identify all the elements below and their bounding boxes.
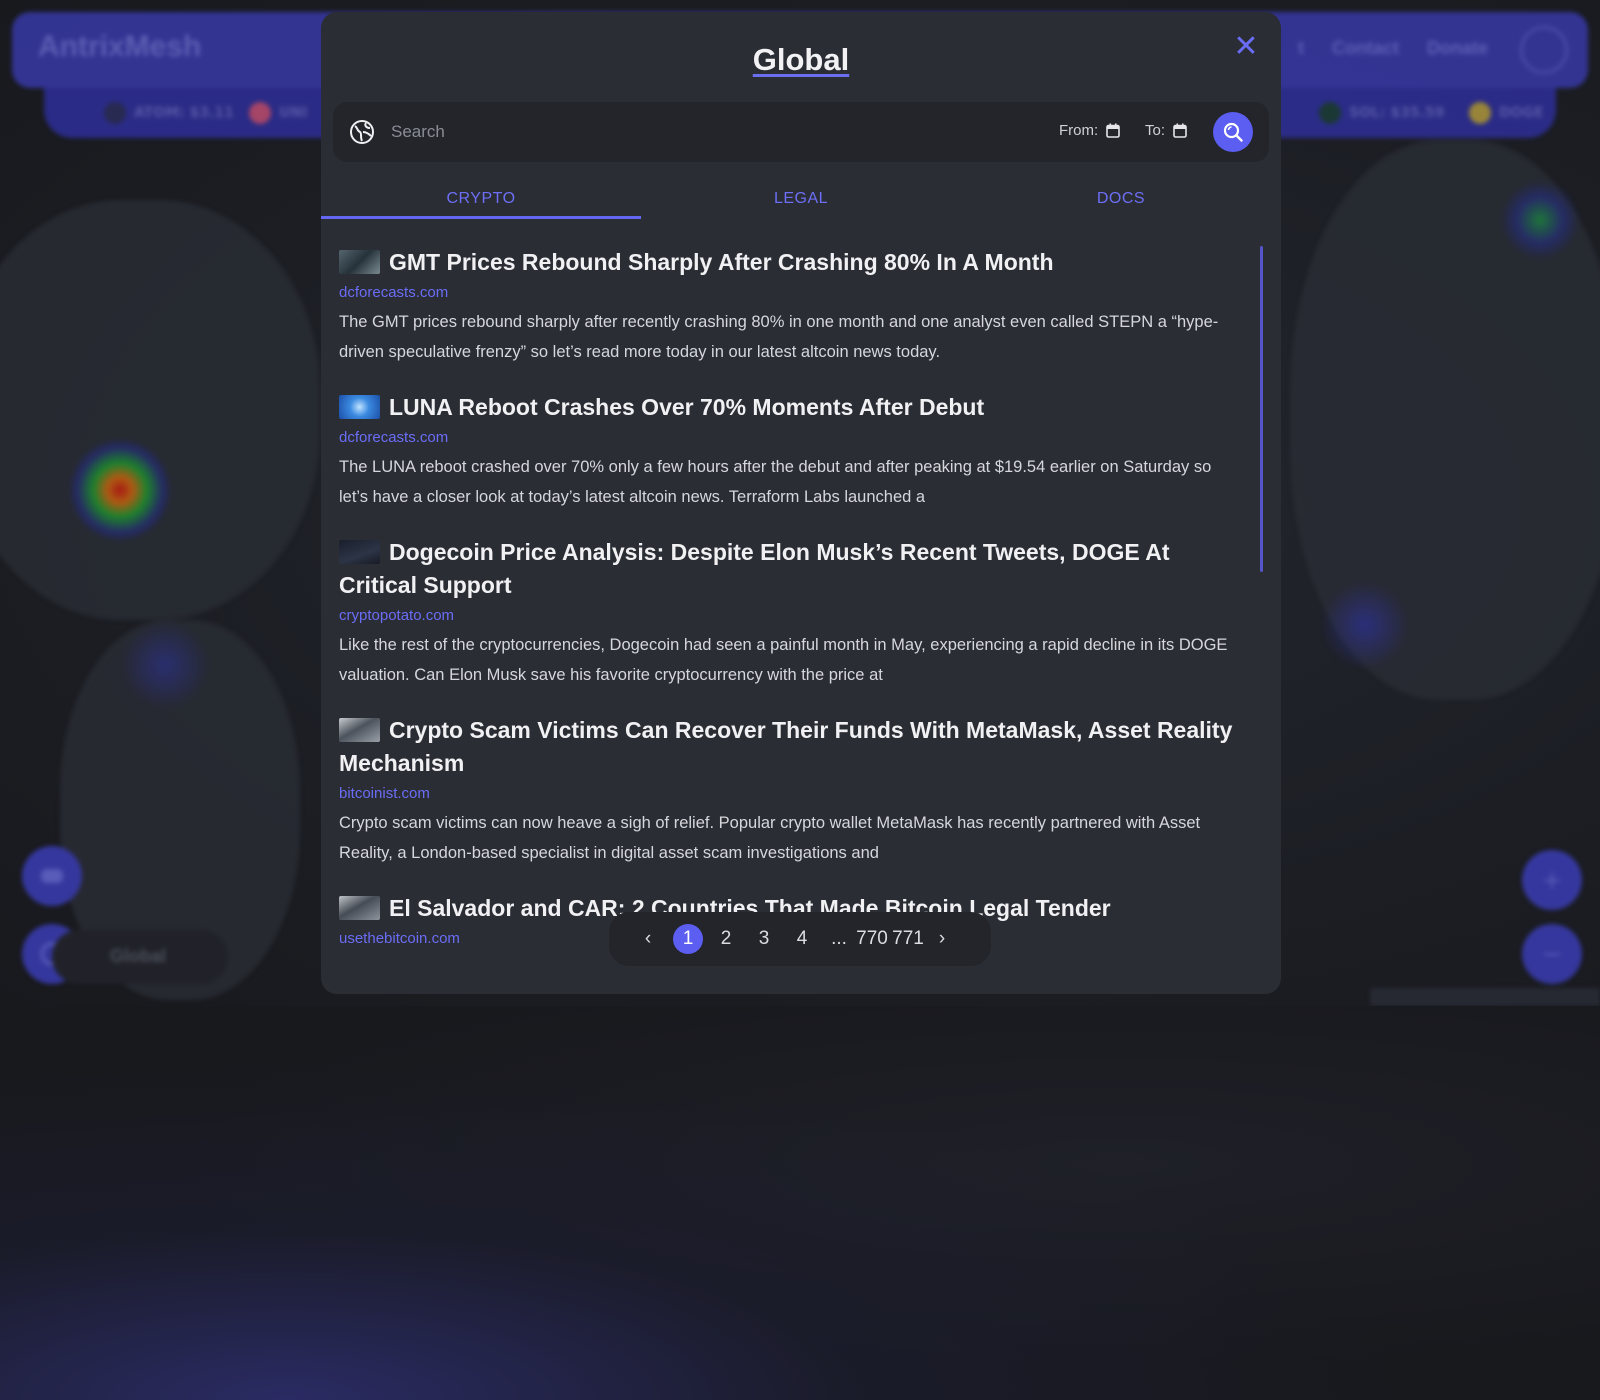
nav-link-donate[interactable]: Donate	[1427, 38, 1488, 59]
coin-icon	[249, 102, 271, 124]
article-summary: Like the rest of the cryptocurrencies, D…	[339, 636, 1228, 684]
map-attribution	[1370, 988, 1600, 1006]
category-tabs: CRYPTO LEGAL DOCS	[321, 172, 1281, 232]
article-source-link[interactable]: cryptopotato.com	[339, 607, 1244, 624]
nav-links: t Contact Donate	[1298, 38, 1488, 59]
calendar-icon[interactable]	[1173, 123, 1187, 138]
scrollbar[interactable]	[1260, 246, 1263, 572]
ticker-item: SOL: $35.59	[1319, 102, 1444, 124]
article-title[interactable]: LUNA Reboot Crashes Over 70% Moments Aft…	[339, 391, 1244, 424]
zoom-in-button[interactable]: +	[1522, 850, 1582, 910]
article-list: GMT Prices Rebound Sharply After Crashin…	[339, 246, 1244, 994]
calendar-icon[interactable]	[1106, 123, 1120, 138]
map-landmass-americas-north	[0, 200, 320, 620]
article-summary: Crypto scam victims can now heave a sigh…	[339, 814, 1201, 862]
tab-legal[interactable]: LEGAL	[641, 172, 961, 230]
zoom-out-button[interactable]: −	[1522, 924, 1582, 984]
article-title-text[interactable]: Dogecoin Price Analysis: Despite Elon Mu…	[339, 539, 1170, 598]
article-title-text[interactable]: Crypto Scam Victims Can Recover Their Fu…	[339, 717, 1232, 776]
heatmap-hotspot	[1500, 180, 1580, 260]
page-button[interactable]: 771	[891, 928, 925, 950]
article-thumbnail	[339, 896, 380, 920]
article-title[interactable]: Dogecoin Price Analysis: Despite Elon Mu…	[339, 536, 1244, 602]
modal-title: Global	[752, 42, 850, 77]
nav-link-contact[interactable]: Contact	[1332, 38, 1399, 59]
active-tab-indicator	[321, 216, 641, 219]
ticker-item: DOGE	[1469, 102, 1544, 124]
global-pill[interactable]: Global	[52, 930, 228, 984]
article-title-text[interactable]: GMT Prices Rebound Sharply After Crashin…	[389, 249, 1054, 275]
user-avatar[interactable]	[1520, 26, 1568, 74]
ticker-item: UNI	[249, 102, 307, 124]
article-thumbnail	[339, 540, 380, 564]
search-icon	[1223, 122, 1243, 142]
discord-icon	[41, 869, 63, 883]
heatmap-hotspot	[70, 440, 170, 540]
heatmap-hotspot	[120, 620, 210, 710]
page-button-current[interactable]: 1	[673, 924, 703, 954]
page-button[interactable]: 3	[749, 928, 779, 950]
article-source-link[interactable]: bitcoinist.com	[339, 785, 1244, 802]
article-thumbnail	[339, 718, 380, 742]
article-source-link[interactable]: dcforecasts.com	[339, 284, 1244, 301]
article-item: Dogecoin Price Analysis: Despite Elon Mu…	[339, 536, 1244, 690]
heatmap-hotspot	[1320, 580, 1410, 670]
coin-icon	[104, 102, 126, 124]
ticker-label: DOGE	[1499, 105, 1544, 121]
article-thumbnail	[339, 395, 380, 419]
search-bar: From: To:	[333, 102, 1269, 162]
date-from-label: From:	[1059, 122, 1099, 139]
ticker-label: ATOM: $3.11	[134, 105, 234, 121]
close-icon: ✕	[1233, 29, 1259, 64]
ticker-label: UNI	[279, 105, 308, 121]
article-title[interactable]: Crypto Scam Victims Can Recover Their Fu…	[339, 714, 1244, 780]
pagination: ‹ 1 2 3 4 ... 770 771 ›	[609, 912, 991, 966]
search-input[interactable]	[391, 116, 951, 148]
search-button[interactable]	[1213, 112, 1253, 152]
date-to[interactable]: To:	[1145, 122, 1187, 139]
ticker-item: ATOM: $3.11	[104, 102, 234, 124]
close-button[interactable]: ✕	[1231, 32, 1261, 62]
page-ellipsis: ...	[831, 928, 847, 949]
discord-button[interactable]	[22, 846, 82, 906]
article-title[interactable]: GMT Prices Rebound Sharply After Crashin…	[339, 246, 1244, 279]
globe-icon[interactable]	[349, 119, 375, 145]
news-modal: Global ✕ From: To:	[321, 12, 1281, 994]
tab-crypto[interactable]: CRYPTO	[321, 172, 641, 230]
coin-icon	[1319, 102, 1341, 124]
brand-logo[interactable]: AntrixMesh	[38, 30, 201, 64]
tab-docs[interactable]: DOCS	[961, 172, 1281, 230]
article-item: GMT Prices Rebound Sharply After Crashin…	[339, 246, 1244, 367]
date-to-label: To:	[1145, 122, 1166, 139]
page-button[interactable]: 2	[703, 928, 749, 950]
coin-icon	[1469, 102, 1491, 124]
ticker-label: SOL: $35.59	[1349, 105, 1445, 121]
article-item: Crypto Scam Victims Can Recover Their Fu…	[339, 714, 1244, 868]
page-footer-area	[0, 1006, 1600, 1400]
page-button[interactable]: 770	[853, 928, 891, 950]
nav-link[interactable]: t	[1298, 38, 1304, 59]
prev-page-button[interactable]: ‹	[637, 928, 659, 950]
article-summary: The LUNA reboot crashed over 70% only a …	[339, 458, 1212, 506]
article-item: LUNA Reboot Crashes Over 70% Moments Aft…	[339, 391, 1244, 512]
article-title-text[interactable]: LUNA Reboot Crashes Over 70% Moments Aft…	[389, 394, 984, 420]
article-source-link[interactable]: dcforecasts.com	[339, 429, 1244, 446]
article-thumbnail	[339, 250, 380, 274]
article-summary: The GMT prices rebound sharply after rec…	[339, 313, 1219, 361]
page-button[interactable]: 4	[779, 928, 825, 950]
next-page-button[interactable]: ›	[925, 928, 959, 950]
date-from[interactable]: From:	[1059, 122, 1120, 139]
